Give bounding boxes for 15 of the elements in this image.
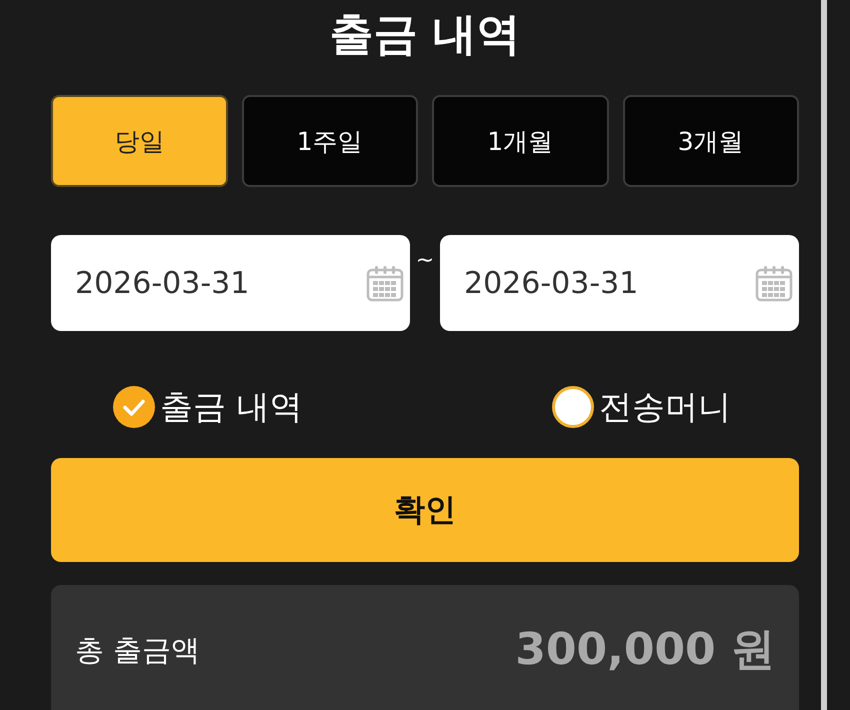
period-tab[interactable]: 당일	[51, 95, 228, 187]
summary-amount: 300,000 원	[515, 625, 775, 675]
confirm-button[interactable]: 확인	[51, 458, 799, 562]
check-circle-icon[interactable]	[113, 386, 155, 428]
end-date-field[interactable]: 2026-03-31	[440, 235, 799, 331]
radio-option[interactable]: 출금 내역	[113, 382, 302, 432]
radio-option[interactable]: 전송머니	[552, 382, 731, 432]
period-tab[interactable]: 1주일	[242, 95, 418, 187]
start-date-field[interactable]: 2026-03-31	[51, 235, 410, 331]
radio-circle-icon[interactable]	[552, 386, 594, 428]
range-separator: ~	[416, 247, 434, 275]
period-tab[interactable]: 1개월	[432, 95, 608, 187]
page-title: 출금 내역	[329, 8, 521, 62]
period-tab[interactable]: 3개월	[622, 95, 799, 187]
summary-label: 총 출금액	[75, 632, 200, 669]
